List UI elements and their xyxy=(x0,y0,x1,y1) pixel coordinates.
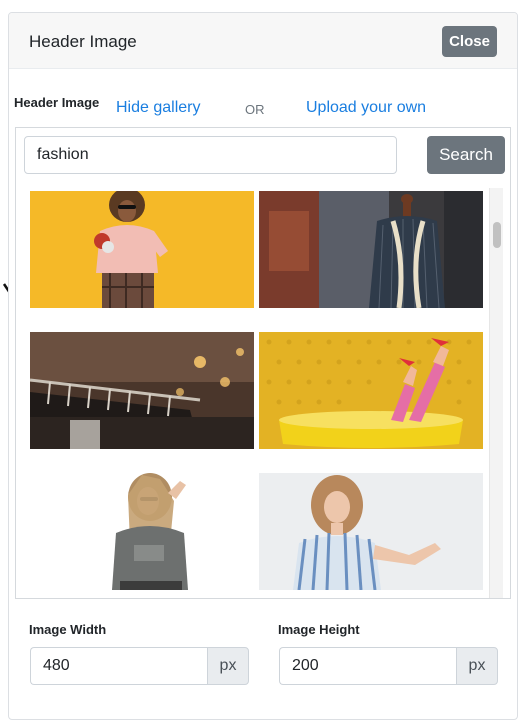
gallery-image-5[interactable] xyxy=(30,473,254,590)
or-separator: OR xyxy=(245,102,265,117)
woman-striped-shirt-image xyxy=(259,473,483,590)
image-width-label: Image Width xyxy=(29,622,107,637)
gallery-image-2[interactable] xyxy=(259,191,483,308)
gallery-image-4[interactable] xyxy=(259,332,483,449)
gallery-scrollbar[interactable] xyxy=(489,188,503,598)
image-height-group: px xyxy=(279,647,498,685)
woman-tshirt-image xyxy=(30,473,254,590)
image-width-group: px xyxy=(30,647,249,685)
upload-your-own-link[interactable]: Upload your own xyxy=(306,99,426,117)
gallery-image-6[interactable] xyxy=(259,473,483,590)
gallery-search-input[interactable] xyxy=(24,136,397,174)
modal-header: Header Image Close xyxy=(9,13,517,69)
clothing-rack-image xyxy=(30,332,254,449)
image-height-input[interactable] xyxy=(279,647,456,685)
close-button[interactable]: Close xyxy=(442,26,497,57)
modal-title: Header Image xyxy=(29,32,137,51)
hide-gallery-link[interactable]: Hide gallery xyxy=(116,99,200,117)
header-image-modal: Header Image Close Header Image Hide gal… xyxy=(8,12,518,720)
image-gallery: Search xyxy=(15,127,511,599)
width-unit-addon: px xyxy=(207,647,249,685)
mannequin-image xyxy=(259,191,483,308)
woman-sunglasses-image xyxy=(30,191,254,308)
image-height-label: Image Height xyxy=(278,622,360,637)
height-unit-addon: px xyxy=(456,647,498,685)
gallery-image-3[interactable] xyxy=(30,332,254,449)
gallery-scrollbar-thumb[interactable] xyxy=(493,222,501,248)
search-button[interactable]: Search xyxy=(427,136,505,174)
bathtub-legs-image xyxy=(259,332,483,449)
gallery-image-1[interactable] xyxy=(30,191,254,308)
gallery-label: Header Image xyxy=(14,95,100,110)
image-width-input[interactable] xyxy=(30,647,207,685)
